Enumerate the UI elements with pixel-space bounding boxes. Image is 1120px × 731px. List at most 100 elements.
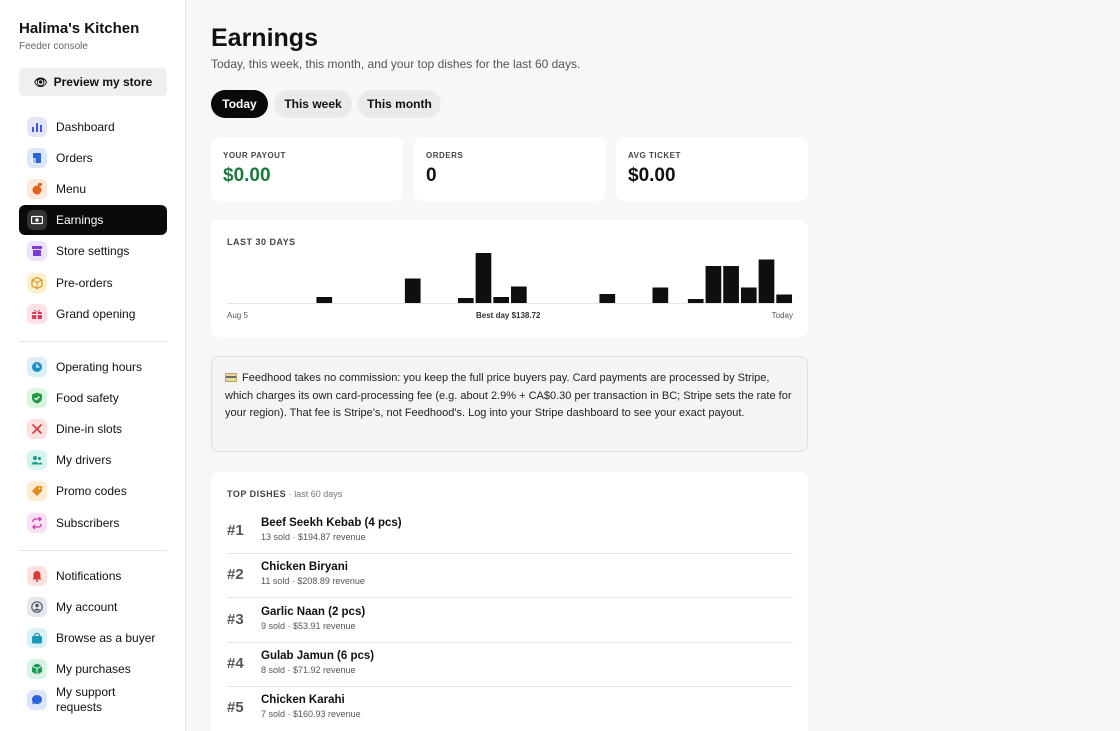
- chart-bar[interactable]: [493, 297, 509, 303]
- repeat-icon: [27, 512, 47, 533]
- bar-chart-icon: [27, 117, 47, 137]
- stat-value: $0.00: [223, 165, 271, 186]
- store-icon: [27, 241, 47, 262]
- chart-bar[interactable]: [475, 253, 492, 303]
- sidebar-divider: [19, 341, 167, 342]
- sidebar-item-notifications[interactable]: Notifications: [19, 561, 167, 591]
- dish-name: Beef Seekh Kebab (4 pcs): [261, 517, 402, 529]
- top-dishes-card: TOP DISHES · last 60 days #1 Beef Seekh K…: [211, 472, 808, 731]
- chart-bar[interactable]: [316, 297, 333, 303]
- people-icon: [27, 450, 47, 471]
- chart-bar[interactable]: [705, 266, 722, 303]
- gift-icon: [27, 303, 47, 324]
- stat-label: ORDERS: [426, 151, 464, 160]
- stat-value: $0.00: [628, 165, 676, 186]
- dish-sales-meta: 8 sold · $71.92 revenue: [261, 664, 356, 675]
- stat-card-orders: ORDERS 0: [414, 137, 606, 201]
- chart-end-label: Today: [771, 311, 793, 320]
- dish-rank: #2: [227, 566, 244, 584]
- tab-today[interactable]: Today: [211, 90, 268, 118]
- bell-icon: [27, 566, 47, 586]
- chart-bar[interactable]: [740, 287, 757, 304]
- top-dishes-heading: TOP DISHES · last 60 days: [227, 489, 342, 499]
- commission-note-text: Feedhood takes no commission: you keep t…: [225, 372, 792, 419]
- sidebar-item-label: My purchases: [56, 662, 131, 677]
- chat-icon: [27, 690, 47, 711]
- sidebar-item-my-support-requests[interactable]: My support requests: [19, 683, 167, 717]
- dish-sales-meta: 7 sold · $160.93 revenue: [261, 709, 361, 720]
- earnings-chart-card: LAST 30 DAYS Aug 5 Best day $138.72 Toda…: [211, 220, 808, 337]
- commission-note: Feedhood takes no commission: you keep t…: [211, 356, 808, 452]
- top-dishes-period: · last 60 days: [288, 489, 343, 499]
- sidebar-item-label: Orders: [56, 151, 93, 166]
- sidebar-item-label: Operating hours: [56, 360, 143, 374]
- sidebar-item-pre-orders[interactable]: Pre-orders: [19, 268, 167, 298]
- dish-sales-meta: 9 sold · $53.91 revenue: [261, 620, 356, 631]
- chart-start-label: Aug 5: [227, 311, 248, 320]
- chart-bar[interactable]: [723, 266, 739, 303]
- sidebar-item-grand-opening[interactable]: Grand opening: [19, 299, 167, 329]
- sidebar: Halima's Kitchen Feeder console 👁 Previe…: [0, 0, 186, 731]
- sidebar-item-dashboard[interactable]: Dashboard: [19, 112, 167, 142]
- dish-rank: #1: [227, 522, 244, 539]
- shield-icon: [27, 388, 47, 409]
- sidebar-item-food-safety[interactable]: Food safety: [19, 383, 167, 413]
- sidebar-item-label: Pre-orders: [56, 275, 113, 290]
- top-dish-row[interactable]: #2 Chicken Biryani 11 sold · $208.89 reven…: [227, 554, 793, 599]
- dish-name: Chicken Karahi: [261, 694, 345, 707]
- sidebar-item-label: My account: [56, 600, 118, 615]
- eye-icon: 👁: [33, 76, 48, 89]
- preview-store-button[interactable]: 👁 Preview my store: [19, 68, 167, 96]
- stat-value: 0: [426, 165, 437, 186]
- sidebar-item-subscribers[interactable]: Subscribers: [19, 508, 167, 538]
- utensils-icon: [27, 419, 47, 440]
- top-dish-row[interactable]: #1 Beef Seekh Kebab (4 pcs) 13 sold · $194…: [227, 510, 793, 554]
- sidebar-item-browse-as-a-buyer[interactable]: Browse as a buyer: [19, 623, 167, 653]
- stat-card-payout: YOUR PAYOUT $0.00: [211, 137, 403, 201]
- tab-this-week[interactable]: This week: [274, 90, 352, 118]
- chart-bar[interactable]: [404, 278, 421, 304]
- top-dish-row[interactable]: #3 Garlic Naan (2 pcs) 9 sold · $53.91 rev…: [227, 599, 793, 643]
- dish-sales-meta: 13 sold · $194.87 revenue: [261, 532, 366, 542]
- stat-card-avg-ticket: AVG TICKET $0.00: [616, 137, 808, 201]
- chart-bar[interactable]: [599, 294, 616, 303]
- sidebar-item-my-drivers[interactable]: My drivers: [19, 445, 167, 475]
- sidebar-item-operating-hours[interactable]: Operating hours: [19, 352, 167, 382]
- brand-subtitle: Feeder console: [19, 41, 88, 52]
- chart-bar[interactable]: [511, 286, 527, 304]
- sidebar-item-label: Store settings: [56, 244, 130, 259]
- sidebar-item-earnings[interactable]: Earnings: [19, 205, 167, 236]
- tag-icon: [27, 481, 47, 502]
- sidebar-item-orders[interactable]: Orders: [19, 143, 167, 173]
- sidebar-item-my-account[interactable]: My account: [19, 592, 167, 622]
- dish-name: Gulab Jamun (6 pcs): [261, 649, 375, 662]
- sidebar-item-dine-in-slots[interactable]: Dine-in slots: [19, 414, 167, 444]
- sidebar-item-my-purchases[interactable]: My purchases: [19, 654, 167, 684]
- sidebar-item-store-settings[interactable]: Store settings: [19, 236, 167, 266]
- top-dish-row[interactable]: #5 Chicken Karahi 7 sold · $160.93 revenue: [227, 687, 793, 731]
- chart-bar[interactable]: [652, 287, 669, 304]
- chart-bar[interactable]: [457, 298, 474, 303]
- chart-bar[interactable]: [687, 299, 704, 303]
- top-dish-row[interactable]: #4 Gulab Jamun (6 pcs) 8 sold · $71.92 rev…: [227, 643, 793, 687]
- sidebar-item-promo-codes[interactable]: Promo codes: [19, 476, 167, 506]
- food-icon: [27, 179, 47, 200]
- preview-store-label: Preview my store: [53, 75, 153, 89]
- sidebar-item-label: Dine-in slots: [56, 422, 123, 437]
- dish-rank: #4: [227, 654, 244, 672]
- page-title: Earnings: [211, 24, 318, 52]
- dish-rank: #3: [227, 610, 244, 628]
- dish-name: Garlic Naan (2 pcs): [261, 605, 366, 618]
- receipt-icon: [27, 148, 47, 169]
- sidebar-item-menu[interactable]: Menu: [19, 174, 167, 204]
- chart-title: LAST 30 DAYS: [227, 237, 296, 247]
- stat-label: YOUR PAYOUT: [223, 151, 286, 160]
- credit-card-icon: [225, 373, 237, 382]
- chart-bar[interactable]: [776, 294, 792, 304]
- dish-rank: #5: [227, 699, 244, 717]
- earnings-bar-chart: [227, 253, 793, 304]
- user-icon: [27, 597, 47, 618]
- chart-bar[interactable]: [758, 259, 775, 304]
- sidebar-item-label: Browse as a buyer: [56, 631, 156, 646]
- tab-this-month[interactable]: This month: [358, 90, 441, 118]
